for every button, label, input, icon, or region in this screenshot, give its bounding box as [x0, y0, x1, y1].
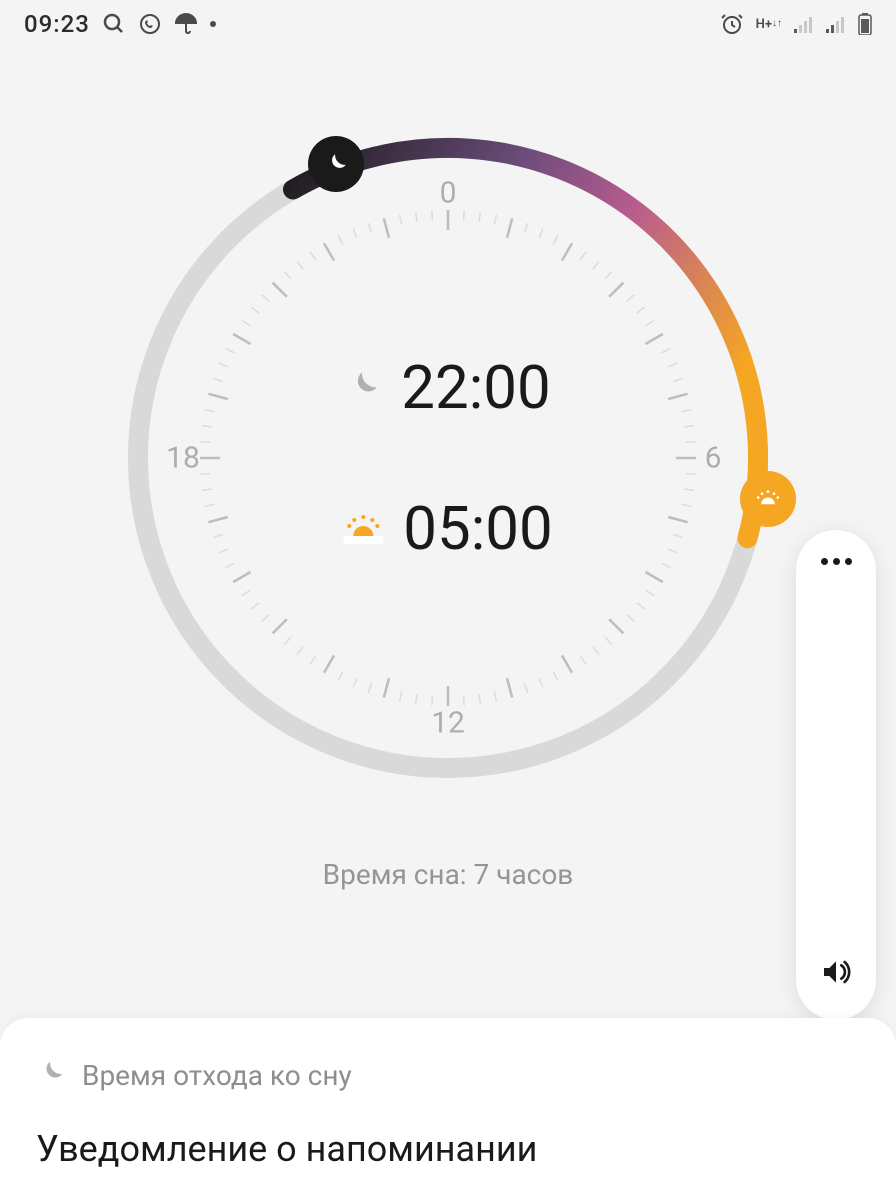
status-right: H+ ↓↑	[720, 12, 872, 36]
status-bar: 09:23 H+ ↓↑	[0, 0, 896, 48]
status-left: 09:23	[24, 10, 216, 38]
card-header: Время отхода ко сну	[36, 1058, 860, 1092]
status-time: 09:23	[24, 10, 90, 38]
alarm-icon	[720, 12, 744, 36]
bedtime-value: 22:00	[401, 352, 550, 423]
whatsapp-icon	[138, 12, 162, 36]
network-label: H+	[756, 18, 772, 31]
wake-row[interactable]: 05:00	[343, 493, 552, 564]
network-type-icon: H+ ↓↑	[756, 18, 782, 31]
clock-center: 22:00 05:00	[343, 352, 552, 564]
card-title[interactable]: Уведомление о напоминании	[36, 1128, 860, 1170]
dot-icon	[210, 21, 216, 27]
bedtime-card: Время отхода ко сну Уведомление о напоми…	[0, 1018, 896, 1200]
dial-label-18: 18	[166, 441, 200, 476]
sleep-duration-label: Время сна: 7 часов	[0, 858, 896, 891]
dial-label-12: 12	[431, 706, 465, 741]
dial-label-0: 0	[440, 176, 457, 211]
umbrella-icon	[174, 12, 198, 36]
bedtime-handle[interactable]	[308, 136, 364, 192]
more-icon[interactable]	[821, 558, 852, 565]
moon-icon	[36, 1058, 66, 1092]
search-icon	[102, 12, 126, 36]
signal-icon-2	[826, 15, 846, 33]
card-header-text: Время отхода ко сну	[82, 1059, 352, 1092]
volume-icon[interactable]	[820, 956, 852, 992]
bedtime-row[interactable]: 22:00	[345, 352, 550, 423]
sunrise-icon	[343, 510, 383, 548]
moon-icon	[345, 368, 381, 408]
dial-label-6: 6	[705, 441, 722, 476]
sleep-clock[interactable]: 0 6 12 18 22:00 05:00	[108, 118, 788, 798]
side-panel[interactable]	[796, 530, 876, 1020]
battery-icon	[858, 13, 872, 35]
signal-icon-1	[794, 15, 814, 33]
wake-handle[interactable]	[740, 471, 796, 527]
wake-value: 05:00	[403, 493, 552, 564]
